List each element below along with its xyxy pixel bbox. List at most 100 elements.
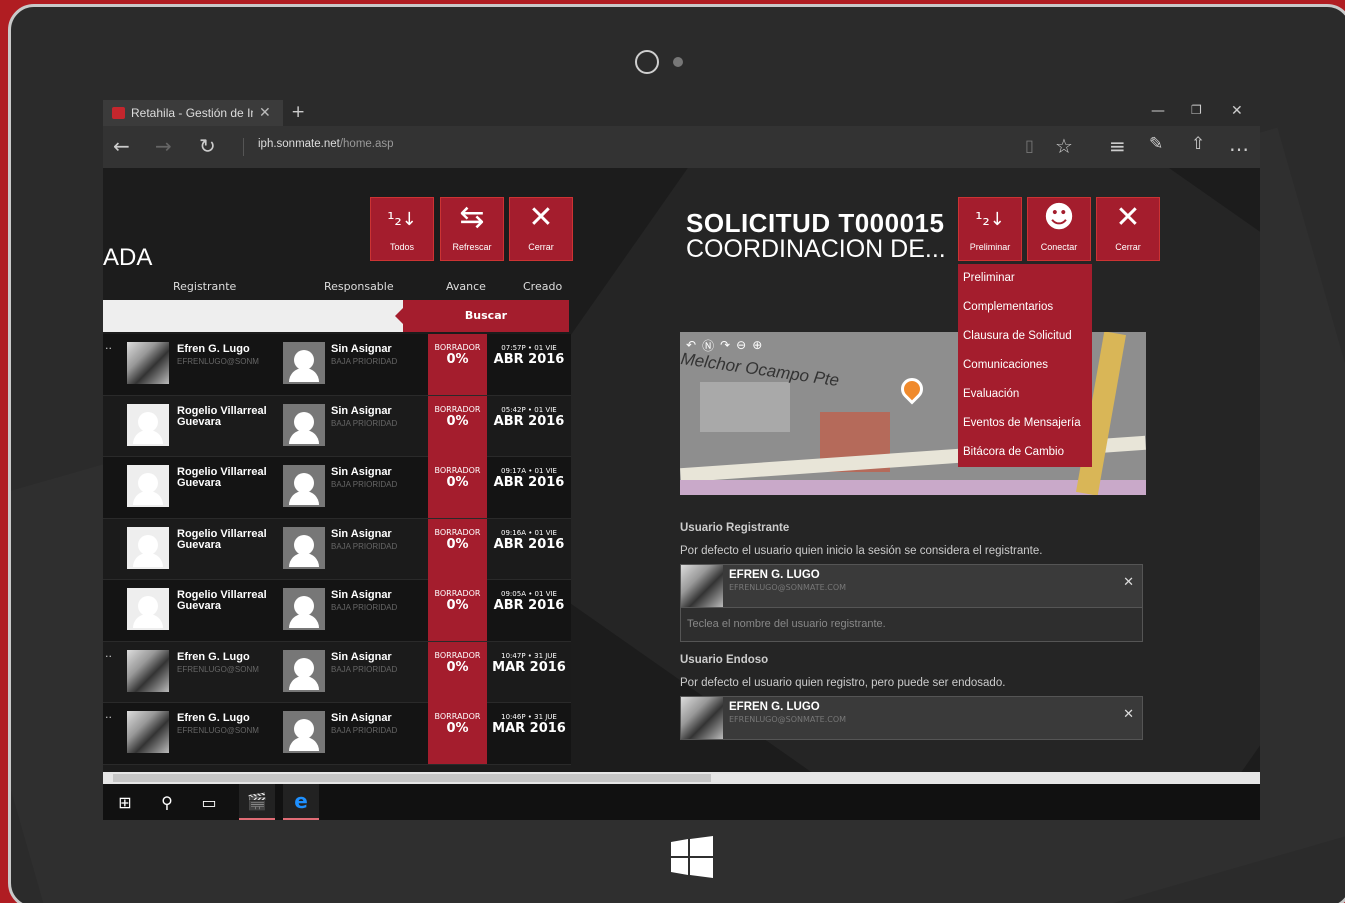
- taskbar: ⊞ ⚲ ▭ 🎬 e: [103, 784, 1260, 820]
- avatar: [283, 711, 325, 753]
- row-more-icon[interactable]: ··: [105, 711, 112, 724]
- more-icon[interactable]: …: [1229, 132, 1249, 156]
- remove-user-icon[interactable]: ✕: [1123, 575, 1134, 590]
- share-icon[interactable]: ⇧: [1191, 134, 1205, 154]
- close-tab-icon[interactable]: ✕: [259, 105, 271, 121]
- col-registrante[interactable]: Registrante: [173, 280, 236, 293]
- avatar: [127, 465, 169, 507]
- avatar: [283, 526, 325, 569]
- back-icon[interactable]: ←: [113, 134, 130, 158]
- table-row[interactable]: Rogelio Villarreal Guevara Sin Asignar BAJ…: [103, 395, 571, 457]
- col-avance[interactable]: Avance: [446, 280, 486, 293]
- refresh-icon: ⇆: [459, 200, 485, 235]
- table-row[interactable]: Rogelio Villarreal Guevara Sin Asignar BAJ…: [103, 457, 571, 519]
- forward-icon[interactable]: →: [155, 134, 172, 158]
- search-button[interactable]: Buscar: [395, 300, 569, 332]
- list-title: ADA: [103, 244, 153, 271]
- map-controls[interactable]: ↶ Ⓝ ↷ ⊖ ⊕: [686, 334, 826, 356]
- hub-icon[interactable]: ≡: [1109, 134, 1126, 158]
- menu-item[interactable]: Eventos de Mensajería: [958, 409, 1092, 438]
- responsable-name: Sin Asignar: [331, 589, 392, 601]
- start-icon[interactable]: ⊞: [107, 784, 143, 820]
- menu-item[interactable]: Evaluación: [958, 380, 1092, 409]
- table-row[interactable]: ·· Efren G. Lugo EFRENLUGO@SONM Sin Asignar…: [103, 334, 571, 396]
- registrante-input[interactable]: Teclea el nombre del usuario registrante…: [680, 608, 1143, 642]
- registrante-name: Rogelio Villarreal Guevara: [177, 527, 267, 551]
- monkey-icon: ☻: [1043, 200, 1075, 235]
- address-bar: ← → ↻ iph.sonmate.net/home.asp ▯ ☆ ≡ ✎ ⇧…: [103, 126, 1260, 168]
- avatar: [127, 588, 169, 630]
- app-content: ADA ¹₂↓ Todos ⇆ Refrescar ✕ Cerrar Regis…: [103, 168, 1260, 772]
- menu-item[interactable]: Preliminar: [958, 264, 1092, 293]
- registrante-chip[interactable]: EFREN G. LUGO EFRENLUGO@SONMATE.COM ✕: [680, 564, 1143, 608]
- task-view-icon[interactable]: ▭: [191, 784, 227, 820]
- endoso-chip[interactable]: EFREN G. LUGO EFRENLUGO@SONMATE.COM ✕: [680, 696, 1143, 740]
- status-badge: BORRADOR 0%: [428, 334, 487, 395]
- refrescar-button[interactable]: ⇆ Refrescar: [440, 197, 504, 261]
- camera-ring: [635, 50, 659, 74]
- endoso-help: Por defecto el usuario quien registro, p…: [680, 677, 1006, 689]
- browser-tab[interactable]: Retahila - Gestión de In ✕: [103, 100, 283, 126]
- search-input[interactable]: [103, 300, 403, 332]
- row-more-icon[interactable]: ··: [105, 650, 112, 663]
- map-pin-icon[interactable]: [896, 373, 928, 405]
- new-tab-icon[interactable]: +: [291, 102, 305, 122]
- status-badge: BORRADOR 0%: [428, 457, 487, 518]
- priority-label: BAJA PRIORIDAD: [331, 418, 398, 428]
- table-row[interactable]: ·· Efren G. Lugo EFRENLUGO@SONM Sin Asignar…: [103, 703, 571, 765]
- menu-item[interactable]: Comunicaciones: [958, 351, 1092, 380]
- priority-label: BAJA PRIORIDAD: [331, 357, 398, 366]
- request-list: ·· Efren G. Lugo EFRENLUGO@SONM Sin Asignar…: [103, 334, 571, 765]
- sort-icon: ¹₂↓: [387, 209, 417, 230]
- cerrar-list-button[interactable]: ✕ Cerrar: [509, 197, 573, 261]
- responsable-name: Sin Asignar: [331, 404, 392, 417]
- preliminar-button[interactable]: ¹₂↓ Preliminar: [958, 197, 1022, 261]
- avatar: [681, 565, 723, 607]
- registrante-name: Rogelio Villarreal Guevara: [177, 589, 267, 612]
- todos-button[interactable]: ¹₂↓ Todos: [370, 197, 434, 261]
- table-row[interactable]: Rogelio Villarreal Guevara Sin Asignar BAJ…: [103, 580, 571, 642]
- remove-user-icon[interactable]: ✕: [1123, 707, 1134, 722]
- table-row[interactable]: ·· Efren G. Lugo EFRENLUGO@SONM Sin Asignar…: [103, 641, 571, 703]
- restore-icon[interactable]: ❐: [1191, 103, 1202, 117]
- url-field[interactable]: iph.sonmate.net/home.asp: [243, 138, 394, 156]
- created-date: 05:42P • 01 VIE ABR 2016: [493, 405, 565, 429]
- responsable-name: Sin Asignar: [331, 712, 392, 724]
- favorite-star-icon[interactable]: ☆: [1055, 134, 1073, 158]
- edge-browser-icon[interactable]: e: [283, 784, 319, 820]
- request-subtitle: COORDINACION DE...: [686, 235, 946, 263]
- minimize-icon[interactable]: —: [1151, 103, 1165, 119]
- horizontal-scrollbar[interactable]: [103, 772, 1260, 784]
- status-badge: BORRADOR 0%: [428, 703, 487, 764]
- registrante-label: Usuario Registrante: [680, 522, 790, 534]
- zoom-in-icon: ⊕: [752, 338, 763, 352]
- priority-label: BAJA PRIORIDAD: [331, 480, 398, 489]
- menu-item[interactable]: Clausura de Solicitud: [958, 322, 1092, 351]
- col-responsable[interactable]: Responsable: [324, 280, 394, 293]
- col-creado[interactable]: Creado: [523, 280, 562, 293]
- web-note-icon[interactable]: ✎: [1149, 134, 1163, 154]
- created-date: 10:47P • 31 JUE MAR 2016: [492, 651, 566, 675]
- status-badge: BORRADOR 0%: [428, 641, 487, 703]
- row-more-icon[interactable]: ··: [105, 342, 112, 355]
- scrollbar-thumb[interactable]: [113, 774, 711, 782]
- preliminar-dropdown-menu: Preliminar Complementarios Clausura de Sol…: [958, 264, 1092, 467]
- menu-item[interactable]: Bitácora de Cambio: [958, 438, 1092, 467]
- avatar: [127, 403, 169, 446]
- reading-view-icon[interactable]: ▯: [1025, 136, 1034, 155]
- menu-item[interactable]: Complementarios: [958, 293, 1092, 322]
- created-date: 07:57P • 01 VIE ABR 2016: [493, 344, 565, 367]
- refresh-browser-icon[interactable]: ↻: [199, 134, 216, 158]
- cerrar-request-button[interactable]: ✕ Cerrar: [1096, 197, 1160, 261]
- close-window-icon[interactable]: ✕: [1231, 103, 1243, 119]
- zoom-out-icon: ⊖: [736, 338, 747, 352]
- windows-logo-icon[interactable]: [671, 836, 713, 878]
- avatar: [283, 403, 325, 446]
- responsable-name: Sin Asignar: [331, 650, 392, 663]
- conectar-button[interactable]: ☻ Conectar: [1027, 197, 1091, 261]
- search-icon[interactable]: ⚲: [149, 784, 185, 820]
- responsable-name: Sin Asignar: [331, 343, 392, 355]
- movies-app-icon[interactable]: 🎬: [239, 784, 275, 820]
- browser-window: Retahila - Gestión de In ✕ + — ❐ ✕ ← → ↻…: [103, 100, 1260, 820]
- table-row[interactable]: Rogelio Villarreal Guevara Sin Asignar BAJ…: [103, 518, 571, 580]
